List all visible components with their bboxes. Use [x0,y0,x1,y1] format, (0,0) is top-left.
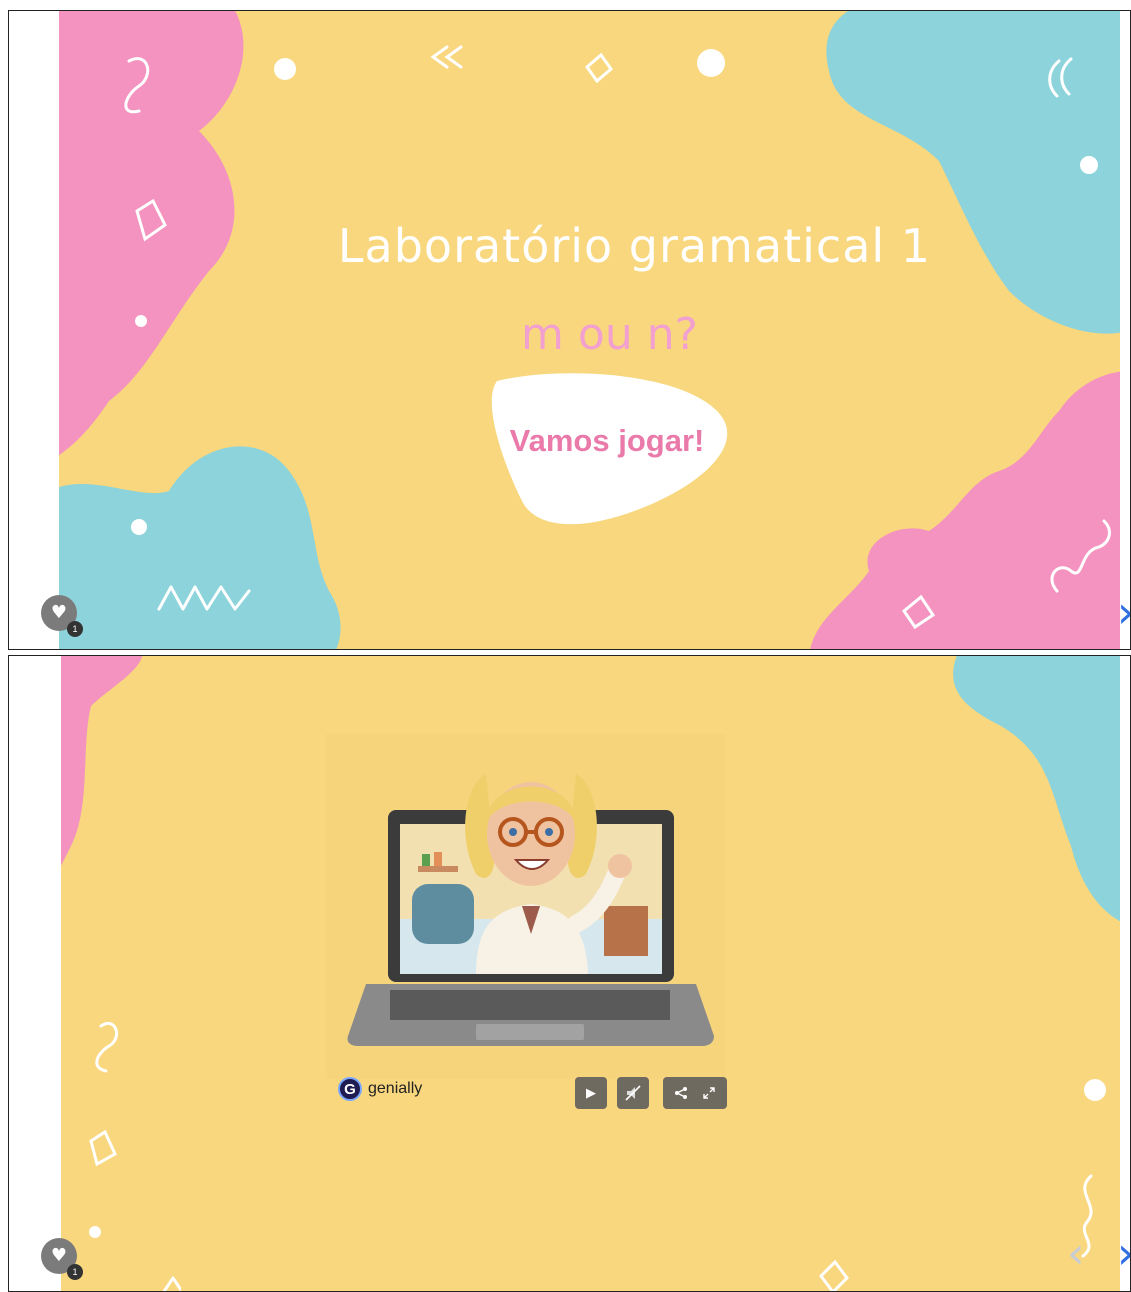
start-game-button-label: Vamos jogar! [509,423,705,458]
video-mute-button[interactable] [617,1077,649,1109]
confetti-left-2 [89,1022,181,1291]
heart-icon: ♥ [50,1245,68,1266]
pink-blob-bottom-right [810,371,1120,649]
confetti-top [274,45,725,84]
slide-frame-2: G genially ▶ ♥ 1 ‹ › [8,655,1131,1292]
genially-logo-icon: G [338,1077,362,1101]
like-count: 1 [67,621,83,637]
start-game-button[interactable]: Vamos jogar! [477,371,737,531]
play-icon: ▶ [586,1085,596,1101]
slide-subtitle: m ou n? [521,309,698,360]
share-icon[interactable] [674,1086,688,1100]
slide-frame-1: Laboratório gramatical 1 m ou n? Vamos j… [8,10,1131,650]
next-slide-arrow[interactable]: › [1117,587,1130,638]
video-share-fullscreen-group [663,1077,727,1109]
slide-title: Laboratório gramatical 1 [337,219,932,273]
mute-icon [625,1085,641,1101]
genially-brand-label: genially [368,1080,423,1097]
genially-brand[interactable]: G genially [338,1077,422,1101]
video-play-button[interactable]: ▶ [575,1077,607,1109]
pink-blob-top-left-2 [61,656,142,866]
like-button[interactable]: ♥ 1 [41,595,83,637]
fullscreen-icon[interactable] [702,1086,716,1100]
like-button-2[interactable]: ♥ 1 [41,1238,83,1280]
like-count-2: 1 [67,1264,83,1280]
avatar-laptop-illustration [347,774,714,1046]
prev-slide-arrow[interactable]: ‹ [1067,1228,1085,1279]
slide-canvas-1: Laboratório gramatical 1 m ou n? Vamos j… [59,11,1120,649]
teal-blob-top-right-2 [953,656,1120,922]
next-slide-arrow-2[interactable]: › [1117,1228,1130,1279]
heart-icon: ♥ [50,602,68,623]
slide-canvas-2: G genially ▶ [61,656,1120,1291]
teal-blob-bottom-left [59,446,341,649]
video-player[interactable] [326,734,726,1079]
